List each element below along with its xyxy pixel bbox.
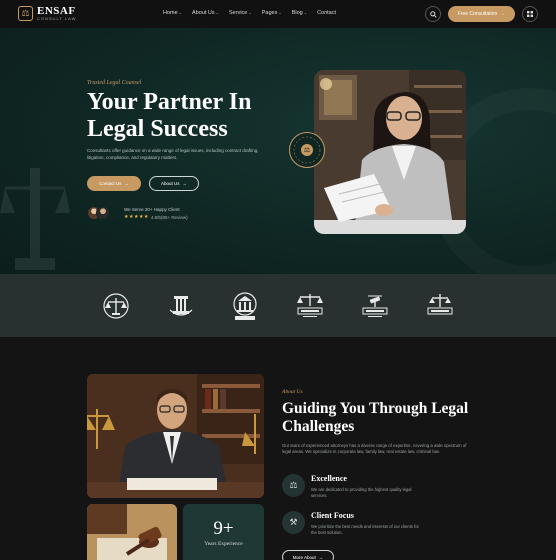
badge-ring-icon bbox=[293, 136, 321, 164]
chevron-down-icon: ⌄ bbox=[178, 10, 183, 15]
lawyer-man-illustration bbox=[87, 374, 264, 498]
scale-icon bbox=[297, 294, 323, 317]
gavel-icon bbox=[362, 295, 388, 317]
chevron-down-icon: ⌄ bbox=[278, 10, 282, 15]
rating-row: ★★★★★ 4.8/5(85+ Review) bbox=[124, 214, 188, 220]
top-navbar: ⚖ ENSAF CONSULT LAW Home⌄ About Us⌄ Serv… bbox=[0, 0, 556, 28]
star-rating-icon: ★★★★★ bbox=[124, 214, 149, 220]
brand-name: ENSAF bbox=[37, 5, 76, 17]
nav-item-home[interactable]: Home⌄ bbox=[163, 10, 182, 16]
years-label: Years Experience bbox=[204, 540, 243, 547]
hero-description: Consultants offer guidance on a wide ran… bbox=[87, 148, 259, 160]
rating-text: 4.8/5(85+ Review) bbox=[150, 214, 188, 220]
law-office-logo-3 bbox=[425, 291, 455, 321]
lawyer-woman-illustration bbox=[314, 70, 466, 234]
more-about-button[interactable]: More About → bbox=[282, 550, 334, 560]
clients-text: We Serve 20+ Happy Client bbox=[124, 207, 180, 212]
nav-item-about[interactable]: About Us⌄ bbox=[192, 10, 219, 16]
feature-description: We prioritize the best needs and interes… bbox=[311, 524, 419, 535]
brand-tagline: CONSULT LAW bbox=[37, 16, 77, 21]
chevron-down-icon: ⌄ bbox=[303, 10, 308, 15]
gavel-photo bbox=[87, 504, 177, 560]
hero-eyebrow: Trusted Legal Counsel bbox=[87, 80, 142, 86]
about-title: Guiding You Through Legal Challenges bbox=[282, 400, 469, 435]
law-office-logo-1 bbox=[295, 291, 325, 321]
brand-logo[interactable]: ⚖ ENSAF CONSULT LAW bbox=[18, 6, 76, 21]
law-office-logo-2 bbox=[360, 291, 390, 321]
feature-description: We are dedicated to providing the highes… bbox=[311, 487, 412, 498]
about-eyebrow: About Us bbox=[282, 389, 303, 395]
free-consultation-button[interactable]: Free Consultation → bbox=[448, 6, 515, 22]
gavel-book-illustration bbox=[87, 504, 177, 560]
feature-title: Excellence bbox=[311, 474, 347, 483]
menu-button[interactable] bbox=[522, 6, 538, 22]
about-lawyer-photo bbox=[87, 374, 264, 498]
nav-item-blog[interactable]: Blog⌄ bbox=[292, 10, 307, 16]
years-experience-card: 9+ Years Experience bbox=[183, 504, 264, 560]
nav-item-service[interactable]: Service⌄ bbox=[229, 10, 252, 16]
pillar-icon bbox=[169, 296, 193, 316]
search-icon bbox=[429, 10, 437, 18]
scale-icon: ⚖ bbox=[282, 474, 305, 497]
arrow-right-icon: → bbox=[124, 181, 129, 186]
about-description: Our team of experienced attorneys has a … bbox=[282, 443, 467, 455]
about-us-button[interactable]: About Us → bbox=[149, 176, 199, 191]
grid-menu-icon bbox=[527, 11, 533, 17]
arrow-right-icon: → bbox=[500, 11, 506, 17]
avatar bbox=[96, 206, 110, 220]
scale-icon bbox=[103, 293, 129, 319]
hero-section: Trusted Legal Counsel Your Partner In Le… bbox=[0, 28, 556, 274]
hero-title: Your Partner In Legal Success bbox=[87, 89, 252, 142]
arrow-right-icon: → bbox=[318, 554, 324, 560]
arrow-right-icon: → bbox=[182, 181, 188, 186]
search-button[interactable] bbox=[425, 6, 441, 22]
client-avatars bbox=[87, 206, 110, 220]
courthouse-icon bbox=[233, 292, 257, 320]
chevron-down-icon: ⌄ bbox=[248, 10, 252, 15]
justice-statue-silhouette-icon bbox=[0, 168, 70, 270]
feature-title: Client Focus bbox=[311, 511, 354, 520]
partner-logos-band bbox=[0, 274, 556, 337]
hero-lawyer-photo bbox=[314, 70, 466, 234]
justice-scale-logo bbox=[101, 291, 131, 321]
main-menu: Home⌄ About Us⌄ Service⌄ Pages⌄ Blog⌄ Co… bbox=[163, 10, 336, 16]
nav-item-pages[interactable]: Pages⌄ bbox=[262, 10, 282, 16]
years-number: 9+ bbox=[213, 517, 234, 539]
chevron-down-icon: ⌄ bbox=[215, 10, 220, 15]
court-building-logo bbox=[230, 291, 260, 321]
pillar-logo bbox=[166, 291, 196, 321]
contact-us-button[interactable]: Contact Us → bbox=[87, 176, 141, 191]
about-section: 9+ Years Experience About Us Guiding You… bbox=[0, 337, 556, 560]
handshake-icon: ⚒ bbox=[282, 511, 305, 534]
nav-item-contact[interactable]: Contact bbox=[317, 10, 336, 16]
scale-logo-icon: ⚖ bbox=[18, 6, 33, 21]
justice-pillar-icon bbox=[427, 294, 453, 315]
best-lawyer-badge: ⚖ bbox=[289, 132, 325, 168]
